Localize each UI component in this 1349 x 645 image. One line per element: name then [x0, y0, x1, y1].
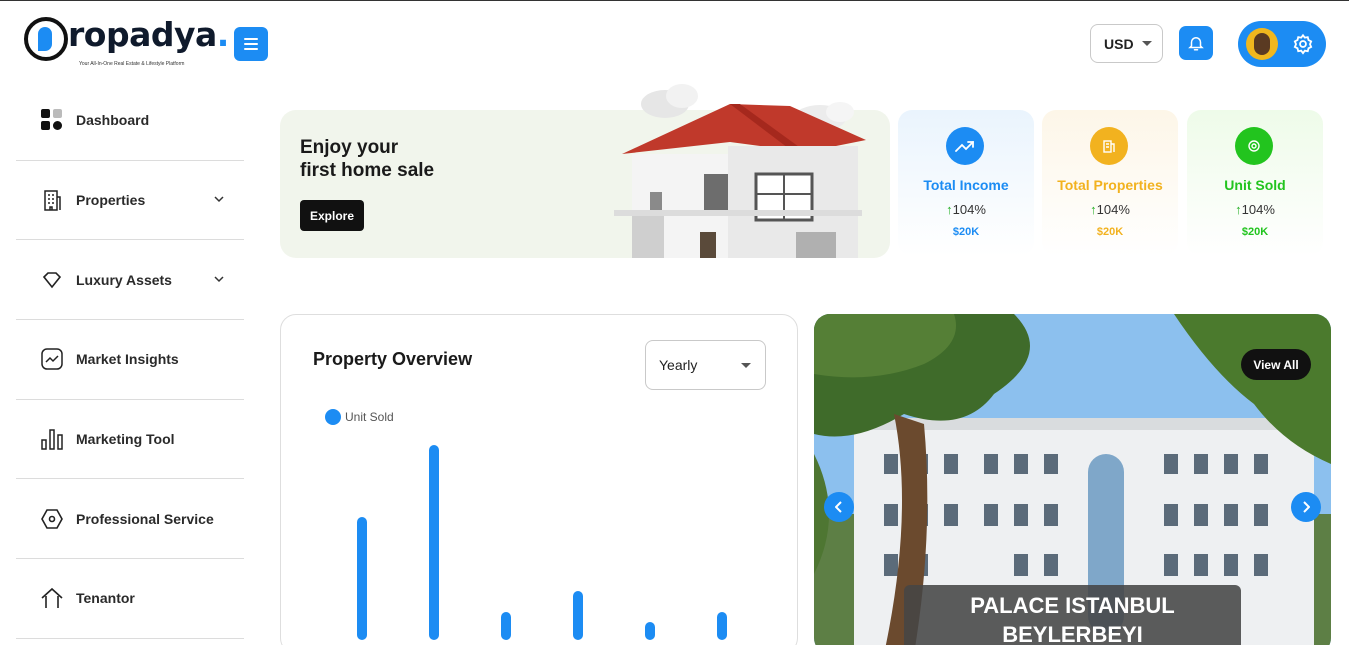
stat-amount: $20K [1241, 226, 1269, 238]
sidebar-item-professional-service[interactable]: Professional Service [16, 479, 244, 560]
chevron-left-icon [835, 501, 842, 513]
stat-amount: $20K [952, 226, 980, 238]
logo-text: ropadya. [68, 15, 229, 54]
sidebar-item-properties[interactable]: Properties [16, 161, 244, 241]
caret-down-icon [741, 363, 751, 368]
period-select[interactable]: Yearly [645, 340, 766, 390]
chart-bar[interactable] [645, 622, 655, 640]
sidebar-item-luxury-assets[interactable]: Luxury Assets [16, 240, 244, 321]
stat-percent: ↑104% [946, 202, 986, 217]
notification-button[interactable] [1179, 26, 1213, 60]
trend-up-icon [955, 141, 974, 152]
property-caption: PALACE ISTANBUL BEYLERBEYI [904, 585, 1241, 645]
sidebar-item-label: Dashboard [76, 112, 150, 129]
sidebar-item-dashboard[interactable]: Dashboard [16, 81, 244, 161]
sidebar-item-tenantor[interactable]: Tenantor [16, 559, 244, 639]
featured-property-card[interactable]: View All PALACE ISTANBUL BEYLERBEYI [814, 314, 1331, 645]
banner-title: Enjoy your first home sale [300, 137, 435, 181]
stat-icon-circle [1090, 127, 1128, 165]
bars-icon [40, 427, 64, 451]
badge-icon [1248, 140, 1260, 152]
previous-slide-button[interactable] [824, 492, 854, 522]
avatar[interactable] [1246, 28, 1278, 60]
stat-amount: $20K [1096, 226, 1124, 238]
sidebar-item-label: Market Insights [76, 351, 179, 368]
stat-title: Total Properties [1057, 177, 1163, 193]
gear-icon[interactable] [1292, 33, 1314, 55]
sidebar-item-market-insights[interactable]: Market Insights [16, 320, 244, 400]
stat-title: Unit Sold [1224, 177, 1286, 193]
bell-icon [1188, 37, 1204, 51]
house-icon [40, 586, 64, 610]
promo-banner: Enjoy your first home sale Explore [280, 84, 890, 258]
stat-card-unit-sold[interactable]: Unit Sold ↑104% $20K [1187, 110, 1323, 256]
stat-card-total-properties[interactable]: Total Properties ↑104% $20K [1042, 110, 1178, 256]
stat-percent: ↑104% [1235, 202, 1275, 217]
chevron-down-icon[interactable] [214, 276, 224, 283]
menu-toggle-button[interactable] [234, 27, 268, 61]
stat-icon-circle [1235, 127, 1273, 165]
overview-title: Property Overview [313, 349, 473, 369]
logo[interactable]: ropadya. Your All-In-One Real Estate & L… [24, 15, 229, 71]
next-slide-button[interactable] [1291, 492, 1321, 522]
hamburger-icon [244, 38, 258, 40]
chart-bar[interactable] [429, 445, 439, 640]
hexagon-icon [40, 507, 64, 531]
logo-mark [24, 17, 68, 61]
sidebar: Dashboard Properties Luxury Assets Marke… [16, 81, 244, 639]
house-image [614, 84, 866, 258]
logo-tagline: Your All-In-One Real Estate & Lifestyle … [79, 61, 185, 67]
sidebar-item-label: Professional Service [76, 510, 214, 527]
sidebar-item-label: Properties [76, 192, 146, 209]
legend-label: Unit Sold [345, 410, 394, 424]
dashboard-icon [40, 108, 64, 132]
chevron-right-icon [1303, 501, 1310, 513]
chart-bar[interactable] [357, 517, 367, 640]
period-value: Yearly [659, 357, 698, 373]
chevron-down-icon[interactable] [214, 196, 224, 203]
sidebar-item-label: Luxury Assets [76, 271, 172, 288]
stat-title: Total Income [923, 177, 1009, 193]
property-overview-card: Property Overview Yearly Unit Sold [280, 314, 798, 645]
view-all-button[interactable]: View All [1241, 349, 1311, 380]
sidebar-item-marketing-tool[interactable]: Marketing Tool [16, 400, 244, 480]
explore-button[interactable]: Explore [300, 200, 364, 231]
legend-swatch [325, 409, 341, 425]
chart-bar[interactable] [501, 612, 511, 640]
caret-down-icon [1141, 41, 1152, 46]
sidebar-item-label: Marketing Tool [76, 431, 175, 448]
chart-legend: Unit Sold [325, 409, 394, 425]
diamond-icon [40, 268, 64, 292]
chart-bar[interactable] [717, 612, 727, 640]
currency-select[interactable]: USD [1090, 24, 1163, 63]
stat-icon-circle [946, 127, 984, 165]
currency-value: USD [1104, 35, 1134, 52]
stat-card-total-income[interactable]: Total Income ↑104% $20K [898, 110, 1034, 256]
chart-bar[interactable] [573, 591, 583, 640]
building-icon [1103, 140, 1115, 153]
sidebar-item-label: Tenantor [76, 590, 135, 607]
chart-icon [40, 347, 64, 371]
stat-percent: ↑104% [1090, 202, 1130, 217]
building-icon [40, 188, 64, 212]
profile-menu[interactable] [1238, 21, 1326, 67]
